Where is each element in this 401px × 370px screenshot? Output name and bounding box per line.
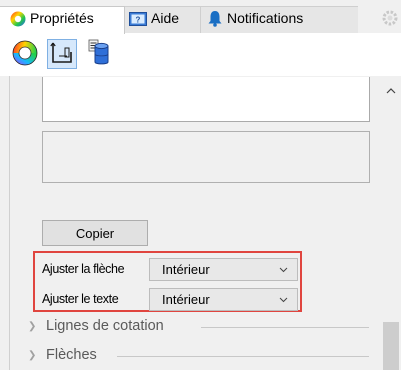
dimension-button[interactable]: [47, 39, 77, 69]
help-screen-icon: ?: [129, 11, 147, 27]
chevron-right-icon: ❯: [28, 349, 37, 361]
section-label: Flèches: [46, 347, 97, 363]
database-button[interactable]: [86, 39, 116, 69]
fit-arrow-value: Intérieur: [162, 262, 210, 277]
copy-button-label: Copier: [75, 225, 115, 241]
fit-text-label: Ajuster le texte: [42, 292, 119, 306]
section-fleches[interactable]: ❯ Flèches: [28, 347, 97, 363]
tab-label: Aide: [151, 10, 180, 26]
text-field[interactable]: [42, 77, 370, 122]
section-label: Lignes de cotation: [46, 318, 164, 334]
section-lignes-de-cotation[interactable]: ❯ Lignes de cotation: [28, 318, 164, 334]
color-wheel-button[interactable]: [10, 39, 40, 69]
fit-text-select[interactable]: Intérieur: [149, 288, 298, 311]
chevron-right-icon: ❯: [28, 320, 37, 332]
tab-label: Propriétés: [30, 10, 94, 26]
gear-icon[interactable]: [381, 9, 399, 27]
scrollbar-thumb[interactable]: [383, 322, 399, 370]
fit-text-value: Intérieur: [162, 292, 210, 307]
copy-button[interactable]: Copier: [42, 220, 148, 246]
section-divider: [117, 356, 369, 357]
preview-area: [42, 131, 370, 183]
property-page-toolbar: [0, 33, 401, 76]
vertical-scrollbar[interactable]: [381, 76, 401, 370]
section-divider: [201, 327, 369, 328]
tab-label: Notifications: [227, 10, 304, 26]
tab-proprietes[interactable]: Propriétés: [0, 6, 125, 34]
tab-aide[interactable]: ? Aide: [125, 6, 200, 33]
chevron-up-icon[interactable]: [381, 82, 401, 100]
bell-icon: [207, 10, 223, 27]
fit-arrow-select[interactable]: Intérieur: [149, 258, 298, 281]
dimension-icon: [50, 41, 74, 68]
chevron-down-icon: [279, 292, 288, 306]
svg-text:?: ?: [136, 16, 141, 25]
tab-strip: Propriétés ? Aide Notifications: [0, 0, 401, 34]
chevron-down-icon: [279, 262, 288, 276]
color-wheel-icon: [12, 40, 38, 69]
panel-border: [9, 76, 10, 370]
tab-notifications[interactable]: Notifications: [200, 6, 358, 33]
color-wheel-icon: [10, 11, 26, 27]
fit-arrow-label: Ajuster la flèche: [42, 262, 125, 276]
database-icon: [88, 39, 114, 70]
